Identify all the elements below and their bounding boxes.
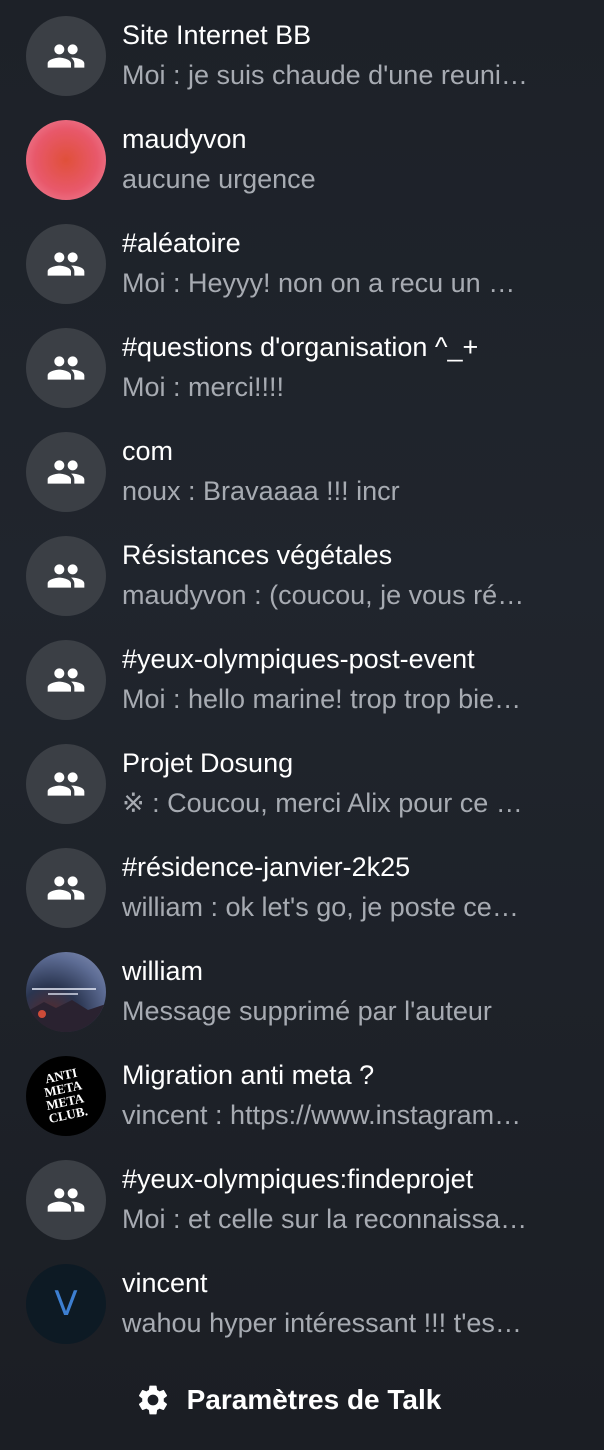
conversation-item[interactable]: V vincent wahou hyper intéressant !!! t'… [0,1262,604,1366]
conversation-preview: maudyvon : (coucou, je vous ré… [122,580,525,610]
conversation-preview: william : ok let's go, je poste ce… [122,892,519,922]
group-icon [26,848,106,928]
conversation-name: Projet Dosung [122,748,294,778]
conversation-name: Migration anti meta ? [122,1060,375,1090]
conversation-preview: ※ : Coucou, merci Alix pour ce … [122,788,523,818]
conversation-name: #aléatoire [122,228,241,258]
group-icon [26,328,106,408]
user-photo [26,952,106,1032]
conversation-name: maudyvon [122,124,247,154]
conversation-preview: Moi : Heyyy! non on a recu un … [122,268,516,298]
conversation-preview: Moi : hello marine! trop trop bie… [122,684,522,714]
conversation-preview: vincent : https://www.instagram… [122,1100,522,1130]
gear-icon [138,1385,167,1415]
talk-settings-button[interactable]: Paramètres de Talk [0,1378,604,1422]
conversation-preview: Moi : merci!!!! [122,372,285,402]
conversation-item[interactable]: #résidence-janvier-2k25 william : ok let… [0,846,604,950]
conversation-name: #yeux-olympiques-post-event [122,644,475,674]
conversation-item[interactable]: com noux : Bravaaaa !!! incr [0,430,604,534]
settings-label: Paramètres de Talk [186,1384,442,1415]
group-icon [26,536,106,616]
conversation-name: #résidence-janvier-2k25 [122,852,411,882]
conversation-name: com [122,436,174,466]
conversation-preview: noux : Bravaaaa !!! incr [122,476,400,506]
conversation-item[interactable]: Résistances végétales maudyvon : (coucou… [0,534,604,638]
group-icon [26,224,106,304]
conversation-item[interactable]: #questions d'organisation ^_+ Moi : merc… [0,326,604,430]
conversation-item[interactable]: #yeux-olympiques-post-event Moi : hello … [0,638,604,742]
conversation-name: vincent [122,1268,208,1298]
conversation-item[interactable]: #aléatoire Moi : Heyyy! non on a recu un… [0,222,604,326]
user-avatar [26,120,106,200]
anti-meta-logo: ANTI META META CLUB. [26,1056,106,1136]
conversation-item[interactable]: william Message supprimé par l'auteur [0,950,604,1054]
conversation-name: #yeux-olympiques:findeprojet [122,1164,474,1194]
group-icon [26,640,106,720]
conversation-preview: aucune urgence [122,164,316,194]
conversation-item[interactable]: #yeux-olympiques:findeprojet Moi : et ce… [0,1158,604,1262]
talk-conversation-panel: Site Internet BB Moi : je suis chaude d'… [0,0,604,1450]
group-icon [26,744,106,824]
conversation-name: #questions d'organisation ^_+ [122,332,479,362]
group-icon [26,1160,106,1240]
conversation-item[interactable]: Site Internet BB Moi : je suis chaude d'… [0,14,604,118]
group-icon [26,432,106,512]
conversation-list: Site Internet BB Moi : je suis chaude d'… [0,14,604,1366]
conversation-preview: Moi : et celle sur la reconnaissa… [122,1204,528,1234]
conversation-preview: Moi : je suis chaude d'une reuni… [122,60,528,90]
conversation-item[interactable]: Projet Dosung ※ : Coucou, merci Alix pou… [0,742,604,846]
conversation-item[interactable]: maudyvon aucune urgence [0,118,604,222]
conversation-name: Résistances végétales [122,540,393,570]
letter-avatar: V [26,1264,106,1344]
conversation-item[interactable]: ANTI META META CLUB. Migration anti meta… [0,1054,604,1158]
group-icon [26,16,106,96]
conversation-name: william [122,956,203,986]
conversation-preview: Message supprimé par l'auteur [122,996,492,1026]
conversation-name: Site Internet BB [122,20,312,50]
avatar-initial: V [54,1284,78,1324]
conversation-preview: wahou hyper intéressant !!! t'es… [122,1308,522,1338]
